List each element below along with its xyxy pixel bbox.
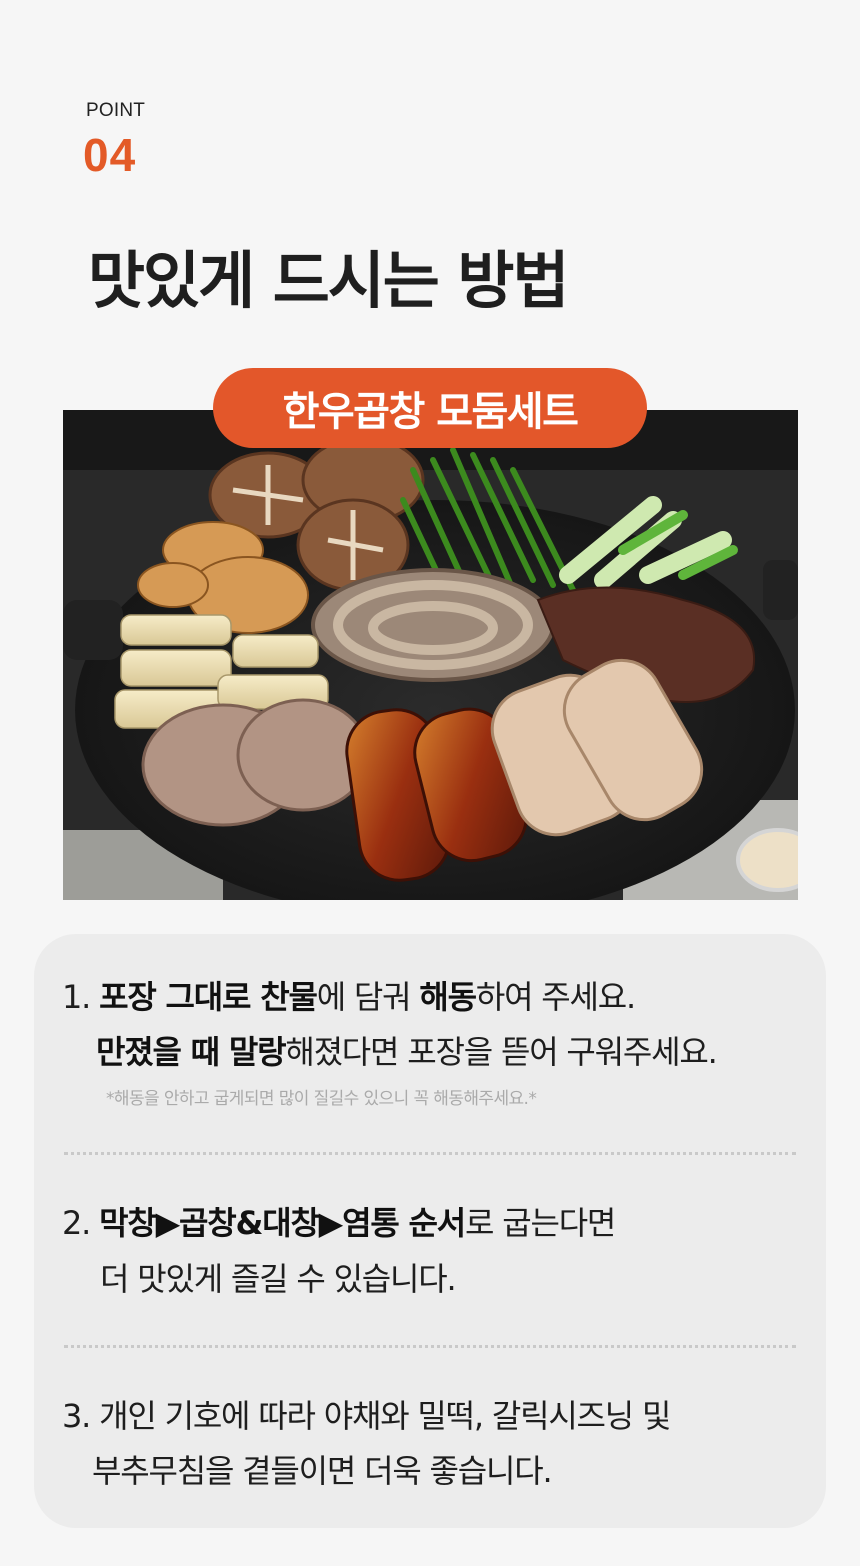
step-2-line-1: 2. 막창▶곱창&대창▶염통 순서로 굽는다면 (62, 1204, 616, 1242)
step-1-note: *해동을 안하고 굽게되면 많이 질길수 있으니 꼭 해동해주세요.* (106, 1089, 537, 1109)
step-text: 해졌다면 포장을 뜯어 구워주세요. (285, 1033, 717, 1071)
step-2-line-2: 더 맛있게 즐길 수 있습니다. (100, 1260, 457, 1298)
step-number: 3. (62, 1397, 91, 1435)
step-3-line-1: 3. 개인 기호에 따라 야채와 밀떡, 갈릭시즈닝 및 (62, 1397, 671, 1435)
step-text-bold: 해동 (419, 978, 477, 1016)
step-text-bold: 포장 그대로 찬물 (99, 978, 318, 1016)
step-1-line-1: 1. 포장 그대로 찬물에 담궈 해동하여 주세요. (62, 978, 636, 1016)
product-badge: 한우곱창 모둠세트 (213, 368, 647, 448)
grilled-tripe-platter-photo (63, 410, 798, 900)
step-text-bold: 막창▶곱창&대창▶염통 순서 (99, 1204, 466, 1242)
step-text: 부추무침을 곁들이면 더욱 좋습니다. (92, 1452, 553, 1490)
step-number: 1. (62, 978, 91, 1016)
step-text: 개인 기호에 따라 야채와 밀떡, 갈릭시즈닝 및 (99, 1397, 671, 1435)
step-text: 에 담궈 (316, 978, 420, 1016)
step-divider (64, 1345, 796, 1348)
point-label: POINT (86, 100, 146, 121)
step-text: 더 맛있게 즐길 수 있습니다. (100, 1260, 457, 1298)
step-text: 로 굽는다면 (465, 1204, 616, 1242)
step-text-bold: 만졌을 때 말랑 (96, 1033, 287, 1071)
point-number: 04 (83, 129, 137, 181)
step-3-line-2: 부추무침을 곁들이면 더욱 좋습니다. (92, 1452, 553, 1490)
page-title: 맛있게 드시는 방법 (88, 244, 569, 317)
step-number: 2. (62, 1204, 91, 1242)
step-divider (64, 1152, 796, 1155)
step-1-line-2: 만졌을 때 말랑해졌다면 포장을 뜯어 구워주세요. (96, 1033, 718, 1071)
step-text: 하여 주세요. (475, 978, 636, 1016)
